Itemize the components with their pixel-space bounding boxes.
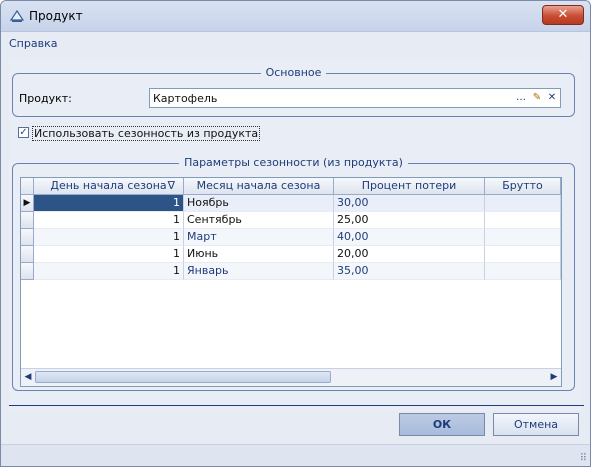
cell-brutto[interactable] xyxy=(485,195,561,212)
table-row[interactable]: 1 Июнь 20,00 xyxy=(21,246,561,263)
ok-button[interactable]: ОК xyxy=(399,413,485,436)
cancel-button[interactable]: Отмена xyxy=(493,413,579,436)
cell-loss[interactable]: 25,00 xyxy=(334,212,485,229)
use-seasonality-checkbox[interactable]: ✓ xyxy=(18,127,29,138)
sort-icon: ∇ xyxy=(167,179,175,192)
column-header-loss[interactable]: Процент потери xyxy=(334,178,485,195)
cell-month[interactable]: Июнь xyxy=(184,246,334,263)
resize-grip-icon[interactable]: ⠿ xyxy=(580,453,587,464)
scroll-thumb[interactable] xyxy=(35,371,331,383)
cell-day[interactable]: 1 xyxy=(34,229,184,246)
clear-icon[interactable]: ✕ xyxy=(545,91,559,105)
table-row[interactable]: ▶ 1 Ноябрь 30,00 xyxy=(21,195,561,212)
main-group-title: Основное xyxy=(260,66,327,79)
params-group-title: Параметры сезонности (из продукта) xyxy=(179,156,408,169)
cell-month[interactable]: Ноябрь xyxy=(184,195,334,212)
menu-bar: Справка xyxy=(1,32,590,54)
cell-month[interactable]: Март xyxy=(184,229,334,246)
close-icon: ✕ xyxy=(557,7,569,22)
product-label: Продукт: xyxy=(19,92,72,105)
window-title: Продукт xyxy=(29,9,83,23)
scroll-right-icon[interactable]: ▶ xyxy=(548,371,560,383)
cell-day[interactable]: 1 xyxy=(34,263,184,280)
table-row[interactable]: 1 Март 40,00 xyxy=(21,229,561,246)
row-indicator xyxy=(21,212,34,229)
close-button[interactable]: ✕ xyxy=(542,5,584,25)
cell-loss[interactable]: 20,00 xyxy=(334,246,485,263)
column-header-brutto[interactable]: Брутто xyxy=(485,178,561,195)
footer-separator xyxy=(9,405,584,408)
seasonality-grid[interactable]: День начала сезона ∇ Месяц начала сезона… xyxy=(20,177,562,387)
row-indicator xyxy=(21,246,34,263)
cell-brutto[interactable] xyxy=(485,212,561,229)
content-area: Основное Продукт: Картофель … ✎ ✕ ✓ Испо… xyxy=(9,59,582,411)
use-seasonality-label[interactable]: Использовать сезонность из продукта xyxy=(32,126,261,141)
main-group: Основное Продукт: Картофель … ✎ ✕ xyxy=(12,66,575,117)
cell-loss[interactable]: 40,00 xyxy=(334,229,485,246)
cell-day[interactable]: 1 xyxy=(34,246,184,263)
edit-icon[interactable]: ✎ xyxy=(530,91,544,105)
cell-month[interactable]: Сентябрь xyxy=(184,212,334,229)
row-indicator xyxy=(21,229,34,246)
cell-brutto[interactable] xyxy=(485,263,561,280)
cell-day[interactable]: 1 xyxy=(34,195,184,212)
column-header-month[interactable]: Месяц начала сезона xyxy=(184,178,334,195)
title-bar[interactable]: Продукт ✕ xyxy=(1,1,590,32)
cell-loss[interactable]: 30,00 xyxy=(334,195,485,212)
horizontal-scrollbar[interactable]: ◀ ▶ xyxy=(21,368,561,386)
cell-month[interactable]: Январь xyxy=(184,263,334,280)
product-lookup-field[interactable]: Картофель … ✎ ✕ xyxy=(149,88,561,108)
scroll-left-icon[interactable]: ◀ xyxy=(22,371,34,383)
table-row[interactable]: 1 Сентябрь 25,00 xyxy=(21,212,561,229)
cell-day[interactable]: 1 xyxy=(34,212,184,229)
column-header-day[interactable]: День начала сезона ∇ xyxy=(34,178,184,195)
scale-icon xyxy=(9,9,25,22)
cell-loss[interactable]: 35,00 xyxy=(334,263,485,280)
params-group: Параметры сезонности (из продукта) День … xyxy=(12,156,575,391)
row-indicator-header xyxy=(21,178,34,195)
menu-item-help[interactable]: Справка xyxy=(9,37,57,50)
row-indicator xyxy=(21,263,34,280)
product-value[interactable]: Картофель xyxy=(153,92,217,105)
current-row-icon: ▶ xyxy=(21,195,34,212)
cell-brutto[interactable] xyxy=(485,246,561,263)
status-bar: ⠿ xyxy=(1,444,590,466)
product-window: Продукт ✕ Справка Основное Продукт: Карт… xyxy=(0,0,591,467)
ellipsis-button[interactable]: … xyxy=(514,91,528,105)
cell-brutto[interactable] xyxy=(485,229,561,246)
table-row[interactable]: 1 Январь 35,00 xyxy=(21,263,561,280)
